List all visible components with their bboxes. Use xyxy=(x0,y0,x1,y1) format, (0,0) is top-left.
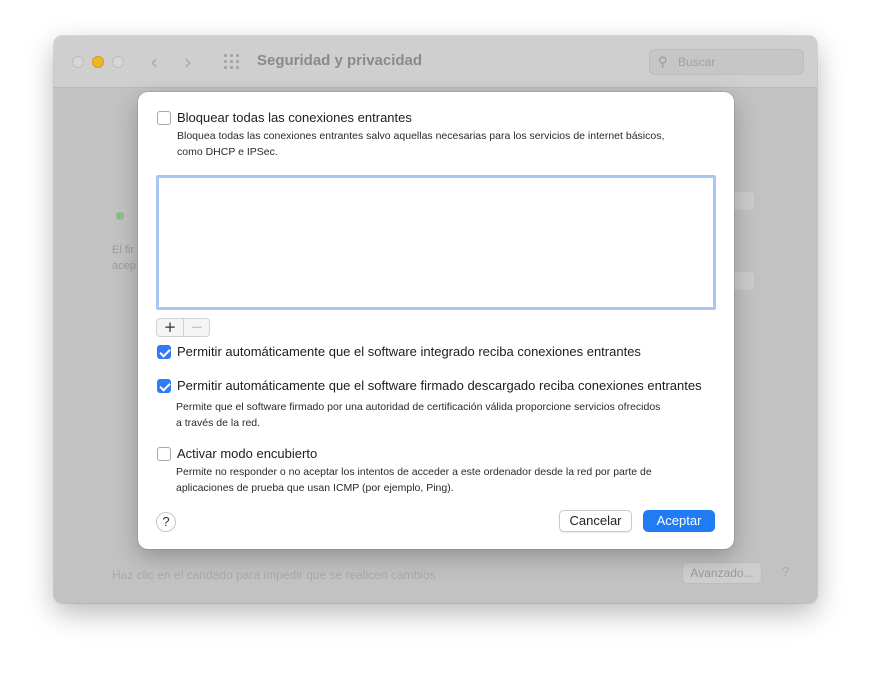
background-text-1: El fir xyxy=(112,244,134,256)
stealth-mode-label[interactable]: Activar modo encubierto xyxy=(177,446,317,461)
block-all-description-line2: como DHCP e IPSec. xyxy=(177,146,278,158)
forward-arrow-icon[interactable]: › xyxy=(184,50,192,74)
window-titlebar: ‹ › Seguridad y privacidad ⚲ Buscar xyxy=(54,36,817,88)
dialog-help-button[interactable]: ? xyxy=(156,512,176,532)
allow-signed-label[interactable]: Permitir automáticamente que el software… xyxy=(177,378,702,393)
allow-signed-description: Permite que el software firmado por una … xyxy=(176,399,721,431)
search-field[interactable]: ⚲ Buscar xyxy=(649,49,804,75)
minimize-window-button[interactable] xyxy=(92,56,104,68)
search-placeholder: Buscar xyxy=(678,55,716,69)
block-all-checkbox[interactable] xyxy=(157,111,171,125)
allow-signed-description-line1: Permite que el software firmado por una … xyxy=(176,401,661,413)
allow-signed-checkbox[interactable] xyxy=(157,379,171,393)
block-all-description: Bloquea todas las conexiones entrantes s… xyxy=(177,128,722,160)
allow-builtin-checkbox[interactable] xyxy=(157,345,171,359)
accept-button[interactable]: Aceptar xyxy=(643,510,715,532)
lock-message: Haz clic en el candado para impedir que … xyxy=(112,568,436,582)
window-help-button[interactable]: ? xyxy=(782,564,789,579)
search-icon: ⚲ xyxy=(658,54,668,69)
cancel-button[interactable]: Cancelar xyxy=(559,510,632,532)
show-all-grid-icon[interactable] xyxy=(224,54,242,70)
application-list[interactable] xyxy=(156,175,716,310)
stealth-mode-description: Permite no responder o no aceptar los in… xyxy=(176,464,721,496)
back-arrow-icon[interactable]: ‹ xyxy=(150,50,158,74)
stealth-mode-description-line1: Permite no responder o no aceptar los in… xyxy=(176,466,652,478)
firewall-status-dot xyxy=(116,212,124,220)
remove-application-button[interactable]: − xyxy=(184,319,210,336)
block-all-label[interactable]: Bloquear todas las conexiones entrantes xyxy=(177,110,412,125)
allow-builtin-label[interactable]: Permitir automáticamente que el software… xyxy=(177,344,641,359)
stealth-mode-checkbox[interactable] xyxy=(157,447,171,461)
maximize-window-button[interactable] xyxy=(112,56,124,68)
block-all-description-line1: Bloquea todas las conexiones entrantes s… xyxy=(177,130,665,142)
allow-signed-description-line2: a través de la red. xyxy=(176,417,261,429)
close-window-button[interactable] xyxy=(72,56,84,68)
window-title: Seguridad y privacidad xyxy=(257,52,423,69)
add-application-button[interactable]: + xyxy=(157,319,184,336)
add-remove-control: + − xyxy=(156,318,210,337)
firewall-options-dialog: Bloquear todas las conexiones entrantes … xyxy=(138,92,734,549)
background-text-2: acep xyxy=(112,260,136,272)
advanced-button[interactable]: Avanzado... xyxy=(682,562,762,584)
stealth-mode-description-line2: aplicaciones de prueba que usan ICMP (po… xyxy=(176,482,454,494)
